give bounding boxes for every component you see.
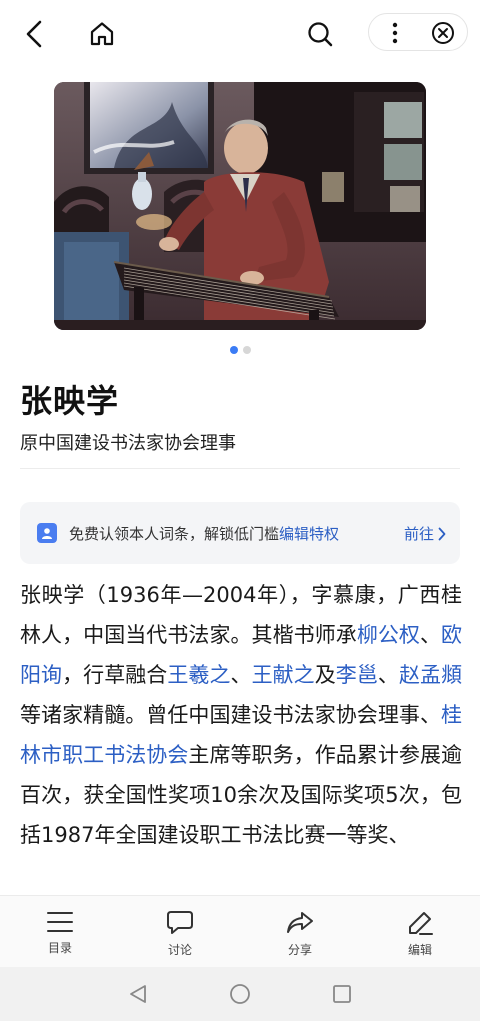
share-arrow-icon (287, 912, 313, 933)
article-text: 、 (419, 623, 442, 647)
nav-label: 分享 (287, 943, 312, 957)
claim-entry-banner[interactable]: 免费认领本人词条，解锁低门槛编辑特权 前往 (20, 502, 460, 564)
article-body: 张映学（1936年—2004年），字慕康，广西桂林人，中国当代书法家。其楷书师承… (20, 575, 462, 855)
nav-edit[interactable]: 编辑 (360, 896, 480, 968)
entry-subtitle: 原中国建设书法家协会理事 (20, 433, 236, 454)
pagination-dot[interactable] (242, 346, 251, 354)
more-vertical-icon[interactable] (379, 17, 411, 49)
square-recents-icon[interactable] (329, 981, 355, 1007)
gallery-pagination (0, 346, 480, 354)
article-text: 、 (377, 663, 399, 687)
bottom-nav: 目录 讨论 分享 编辑 (0, 895, 480, 967)
go-button-label: 前往 (403, 525, 434, 543)
edit-pencil-icon (409, 912, 433, 935)
link-zhao-mengfu[interactable]: 赵孟頫 (399, 663, 462, 687)
nav-share[interactable]: 分享 (240, 896, 360, 968)
chat-bubble-icon (167, 911, 193, 934)
article-text: 及 (314, 663, 336, 687)
claim-banner-text: 免费认领本人词条，解锁低门槛编辑特权 (69, 525, 340, 543)
list-icon (47, 912, 73, 932)
entry-title: 张映学 (20, 382, 120, 420)
edit-privilege-link[interactable]: 编辑特权 (279, 525, 339, 543)
nav-discuss[interactable]: 讨论 (120, 896, 240, 968)
nav-label: 编辑 (407, 943, 432, 957)
hero-photo[interactable] (54, 82, 426, 330)
chevron-right-icon (438, 527, 446, 540)
mini-program-capsule (368, 13, 468, 51)
link-li-yong[interactable]: 李邕 (336, 663, 378, 687)
close-circle-icon[interactable] (427, 17, 459, 49)
home-icon[interactable] (80, 14, 124, 54)
go-button[interactable]: 前往 (404, 523, 446, 544)
system-nav-bar (0, 967, 480, 1021)
link-wang-xianzhi[interactable]: 王献之 (252, 663, 315, 687)
person-card-icon (37, 523, 57, 543)
pagination-dot-active[interactable] (229, 346, 238, 354)
article-text: 、 (230, 663, 252, 687)
nav-label: 讨论 (167, 943, 192, 957)
article-text: ，行草融合 (62, 663, 168, 687)
search-icon[interactable] (298, 14, 342, 54)
triangle-back-icon[interactable] (125, 981, 151, 1007)
top-bar (0, 0, 480, 64)
article-text: 等诸家精髓。曾任中国建设书法家协会理事、 (20, 703, 441, 727)
divider (20, 468, 460, 469)
nav-contents[interactable]: 目录 (0, 896, 120, 968)
nav-label: 目录 (47, 941, 72, 955)
link-wang-xizhi[interactable]: 王羲之 (167, 663, 230, 687)
back-arrow-icon[interactable] (14, 14, 54, 54)
link-liu-gongquan[interactable]: 柳公权 (357, 623, 420, 647)
circle-home-icon[interactable] (227, 981, 253, 1007)
